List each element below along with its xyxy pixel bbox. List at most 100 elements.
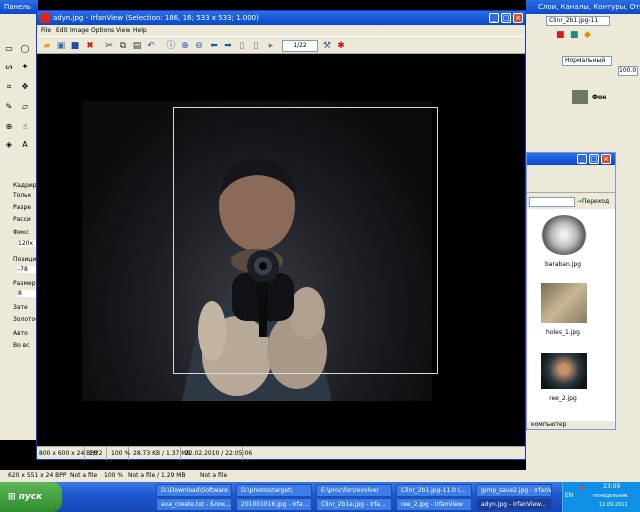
taskbar-item[interactable]: Clinr_2b1.jpg-11.0 (... xyxy=(396,484,472,497)
move-tool-icon[interactable]: ✥ xyxy=(20,82,30,92)
taskbar-item[interactable]: 201001016.jpg - Irfa... xyxy=(236,498,312,511)
irfanview-status-bar: 800 x 600 x 24 BPP 1/22 100 % 28.73 KB /… xyxy=(37,446,525,460)
clock-date: 12.09.2011 xyxy=(599,502,628,508)
bg-status-file: Not a file xyxy=(70,472,98,479)
info-icon[interactable]: ⓘ xyxy=(165,40,177,52)
gimp-layers-title[interactable]: Слои, Каналы, Контуры, Отмени... xyxy=(526,0,640,14)
next-arrow-icon[interactable]: ➡ xyxy=(222,40,234,52)
wand-tool-icon[interactable]: ✦ xyxy=(20,62,30,72)
previous-arrow-icon[interactable]: ⬅ xyxy=(208,40,220,52)
menu-view[interactable]: View xyxy=(116,25,130,36)
menu-edit[interactable]: Edit xyxy=(56,25,68,36)
ellipse-select-tool-icon[interactable]: ◯ xyxy=(20,44,30,54)
slideshow-icon[interactable]: ▣ xyxy=(55,40,67,52)
taskbar-item-active[interactable]: adyn.jpg - IrfanView... xyxy=(476,498,552,511)
maximize-icon[interactable]: □ xyxy=(589,154,599,164)
save-icon[interactable]: ■ xyxy=(69,40,81,52)
image-canvas[interactable] xyxy=(37,54,525,446)
thumbnail-holes[interactable] xyxy=(541,283,587,323)
taskbar-item[interactable]: Clinr_2b1a.jpg - Irfa... xyxy=(316,498,392,511)
close-icon[interactable]: × xyxy=(601,154,611,164)
language-indicator[interactable]: EN xyxy=(565,492,573,499)
image-selector[interactable]: Clinr_2b1.jpg-11 xyxy=(546,16,610,26)
taskbar-item[interactable]: ree_2.jpg - IrfanView xyxy=(396,498,472,511)
menu-file[interactable]: File xyxy=(41,25,51,36)
status-index: 1/22 xyxy=(87,447,107,460)
background-status-bar: 620 x 551 x 24 BPP Not a file 100 % Not … xyxy=(0,470,640,482)
option-allow-grow[interactable]: Разре xyxy=(13,204,31,211)
page-arrow-icon[interactable]: ▸ xyxy=(265,40,277,52)
bg-status-size: Not a file / 1.29 MB xyxy=(128,472,186,479)
option-fixed[interactable]: Фикс xyxy=(13,229,29,236)
minimize-icon[interactable]: _ xyxy=(577,154,587,164)
opacity-field[interactable]: 100.0 xyxy=(618,66,638,76)
thumb-label: ree_2.jpg xyxy=(549,395,577,402)
file-browser-titlebar[interactable]: _ □ × xyxy=(527,153,615,165)
gimp-toolbox-window: Панель ▭ ◯ ᔕ ✦ ⌗ ✥ ✎ ▱ ⊕ ☝ ◈ A Кадрир То… xyxy=(0,0,40,440)
layer-mode-select[interactable]: Нормальный xyxy=(562,56,612,66)
irfanview-app-icon xyxy=(40,13,50,23)
clock-time[interactable]: 23:09 xyxy=(603,483,620,490)
option-expand-center[interactable]: Расси xyxy=(13,216,31,223)
thumbnail-ree[interactable] xyxy=(541,353,587,389)
taskbar-item[interactable]: D:\photos\target\ xyxy=(236,484,312,497)
rect-select-tool-icon[interactable]: ▭ xyxy=(4,44,14,54)
option-darken[interactable]: Зате xyxy=(13,304,28,311)
copy-icon[interactable]: ⧉ xyxy=(117,40,129,52)
gimp-toolbox-title[interactable]: Панель xyxy=(0,0,38,14)
position-field[interactable]: -78 xyxy=(18,266,36,273)
delete-icon[interactable]: ✖ xyxy=(84,40,96,52)
paths-tab-icon[interactable]: ◆ xyxy=(584,30,591,40)
menu-options[interactable]: Options xyxy=(91,25,114,36)
layers-tab-icon[interactable]: ■ xyxy=(556,30,565,40)
thumbnail-baraban[interactable] xyxy=(541,215,587,255)
irfanview-titlebar[interactable]: adyn.jpg - IrfanView (Selection: 186, 16… xyxy=(37,11,525,25)
option-only-layer[interactable]: Тольк xyxy=(13,192,31,199)
close-icon[interactable]: × xyxy=(513,13,523,23)
exit-icon[interactable]: ✱ xyxy=(335,40,347,52)
crop-tool-icon[interactable]: ⌗ xyxy=(4,82,14,92)
size-field[interactable]: 8 xyxy=(18,290,36,297)
selection-rectangle[interactable] xyxy=(173,107,438,374)
go-button[interactable]: ➔Переход xyxy=(577,197,613,207)
taskbar: ⊞ пуск D:\Download\Software D:\photos\ta… xyxy=(0,482,640,512)
layer-thumbnail[interactable] xyxy=(572,90,588,104)
tray-app-icon[interactable]: K xyxy=(579,484,584,493)
undo-icon[interactable]: ↶ xyxy=(145,40,157,52)
menu-image[interactable]: Image xyxy=(70,25,89,36)
smudge-tool-icon[interactable]: ☝ xyxy=(20,122,30,132)
layer-name[interactable]: Фон xyxy=(592,94,606,101)
system-tray: EN K 23:09 понедельник 12.09.2011 xyxy=(562,482,640,512)
channels-tab-icon[interactable]: ■ xyxy=(570,30,579,40)
menu-help[interactable]: Help xyxy=(133,25,147,36)
bg-status-zoom: 100 % xyxy=(104,472,124,479)
zoom-out-icon[interactable]: ⊖ xyxy=(193,40,205,52)
maximize-icon[interactable]: □ xyxy=(501,13,511,23)
paintbrush-tool-icon[interactable]: ✎ xyxy=(4,102,14,112)
address-field[interactable] xyxy=(529,197,575,207)
open-folder-icon[interactable]: ▰ xyxy=(41,40,53,52)
text-tool-icon[interactable]: A xyxy=(20,140,30,150)
taskbar-item[interactable]: ava_create.txt - Блок... xyxy=(156,498,232,511)
taskbar-item[interactable]: D:\Download\Software xyxy=(156,484,232,497)
paste-icon[interactable]: ▤ xyxy=(131,40,143,52)
properties-icon[interactable]: ⚒ xyxy=(321,40,333,52)
option-merged[interactable]: Во вс xyxy=(13,342,30,349)
taskbar-item[interactable]: gimp_save2.jpg - IrfanV... xyxy=(476,484,552,497)
clone-tool-icon[interactable]: ⊕ xyxy=(4,122,14,132)
first-page-icon[interactable]: ▯ xyxy=(236,40,248,52)
last-page-icon[interactable]: ▯ xyxy=(250,40,262,52)
browser-toolbar xyxy=(527,167,615,193)
page-indicator[interactable]: 1/22 xyxy=(282,40,318,52)
bucket-tool-icon[interactable]: ◈ xyxy=(4,140,14,150)
start-button[interactable]: ⊞ пуск xyxy=(0,482,62,512)
cut-icon[interactable]: ✂ xyxy=(103,40,115,52)
taskbar-item[interactable]: E:\proc\for\revolver xyxy=(316,484,392,497)
fixed-ratio-field[interactable]: 120x xyxy=(18,240,36,247)
zoom-in-icon[interactable]: ⊕ xyxy=(179,40,191,52)
auto-shrink-button[interactable]: Авто xyxy=(13,330,28,337)
eraser-tool-icon[interactable]: ▱ xyxy=(20,102,30,112)
lasso-tool-icon[interactable]: ᔕ xyxy=(4,62,14,72)
bg-status-dims: 620 x 551 x 24 BPP xyxy=(8,472,67,479)
minimize-icon[interactable]: _ xyxy=(489,13,499,23)
